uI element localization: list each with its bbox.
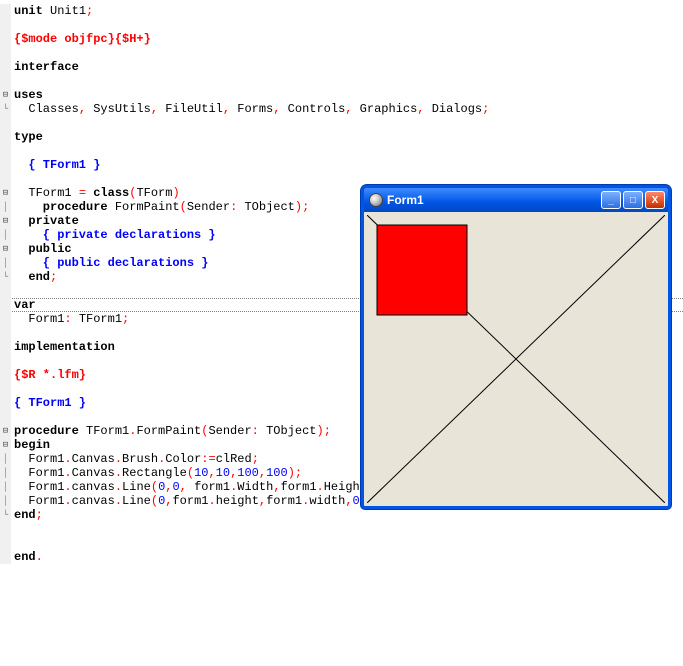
form1-window[interactable]: Form1 _ □ X xyxy=(361,185,671,509)
fold-toggle[interactable]: ⊟ xyxy=(0,242,12,256)
fold-toggle[interactable]: ⊟ xyxy=(0,186,12,200)
keyword: var xyxy=(14,298,36,312)
titlebar[interactable]: Form1 _ □ X xyxy=(364,188,668,212)
gutter xyxy=(0,4,12,18)
keyword: type xyxy=(14,130,43,144)
keyword: unit xyxy=(14,4,43,18)
fold-toggle[interactable]: ⊟ xyxy=(0,438,12,452)
comment: { private declarations } xyxy=(14,228,216,242)
comment: { TForm1 } xyxy=(14,158,100,172)
maximize-button[interactable]: □ xyxy=(623,191,643,209)
fold-toggle[interactable]: ⊟ xyxy=(0,88,12,102)
red-rectangle xyxy=(377,225,467,315)
minimize-button[interactable]: _ xyxy=(601,191,621,209)
comment: { TForm1 } xyxy=(14,396,86,410)
fold-toggle[interactable]: ⊟ xyxy=(0,424,12,438)
keyword: implementation xyxy=(14,340,115,354)
compiler-directive: {$mode objfpc}{$H+} xyxy=(14,32,151,46)
compiler-directive: {$R *.lfm} xyxy=(14,368,86,382)
window-title: Form1 xyxy=(387,193,601,207)
app-icon xyxy=(369,193,383,207)
comment: { public declarations } xyxy=(14,256,208,270)
keyword: uses xyxy=(14,88,43,102)
form-canvas xyxy=(367,215,665,503)
keyword: interface xyxy=(14,60,79,74)
close-button[interactable]: X xyxy=(645,191,665,209)
form-client-area xyxy=(367,215,665,503)
fold-toggle[interactable]: ⊟ xyxy=(0,214,12,228)
